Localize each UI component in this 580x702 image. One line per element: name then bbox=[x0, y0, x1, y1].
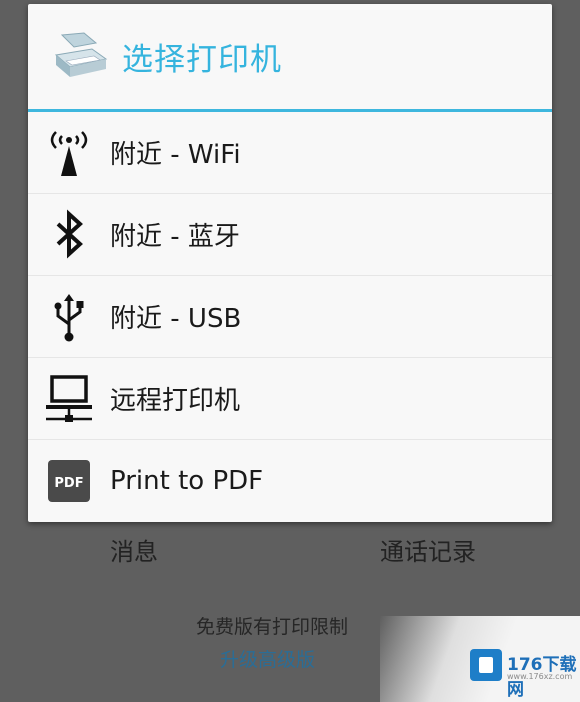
option-print-to-pdf[interactable]: PDF Print to PDF bbox=[28, 440, 552, 522]
bluetooth-icon bbox=[42, 208, 96, 262]
tab-messages[interactable]: 消息 bbox=[110, 532, 158, 567]
watermark-url: www.176xz.com bbox=[507, 672, 573, 681]
option-label: Print to PDF bbox=[110, 466, 264, 496]
remote-computer-icon bbox=[42, 372, 96, 426]
option-nearby-bluetooth[interactable]: 附近 - 蓝牙 bbox=[28, 194, 552, 276]
svg-text:PDF: PDF bbox=[54, 476, 83, 491]
upgrade-link[interactable]: 升级高级版 bbox=[220, 645, 315, 672]
tab-call-log[interactable]: 通话记录 bbox=[380, 532, 476, 567]
option-nearby-wifi[interactable]: 附近 - WiFi bbox=[28, 112, 552, 194]
usb-icon bbox=[42, 290, 96, 344]
select-printer-dialog: 选择打印机 附近 - WiFi 附近 - 蓝牙 附近 - USB 远程打印机 P… bbox=[28, 4, 552, 522]
option-label: 附近 - 蓝牙 bbox=[110, 222, 240, 252]
printer-icon bbox=[52, 31, 108, 83]
watermark-logo-icon bbox=[470, 649, 502, 681]
option-remote-printer[interactable]: 远程打印机 bbox=[28, 358, 552, 440]
dialog-title: 选择打印机 bbox=[122, 42, 282, 78]
dialog-header: 选择打印机 bbox=[28, 4, 552, 112]
pdf-icon: PDF bbox=[42, 454, 96, 508]
option-nearby-usb[interactable]: 附近 - USB bbox=[28, 276, 552, 358]
wifi-tower-icon bbox=[42, 126, 96, 180]
free-version-notice: 免费版有打印限制 bbox=[196, 616, 349, 638]
option-label: 远程打印机 bbox=[110, 386, 241, 416]
option-label: 附近 - WiFi bbox=[110, 140, 241, 170]
option-label: 附近 - USB bbox=[110, 304, 242, 334]
